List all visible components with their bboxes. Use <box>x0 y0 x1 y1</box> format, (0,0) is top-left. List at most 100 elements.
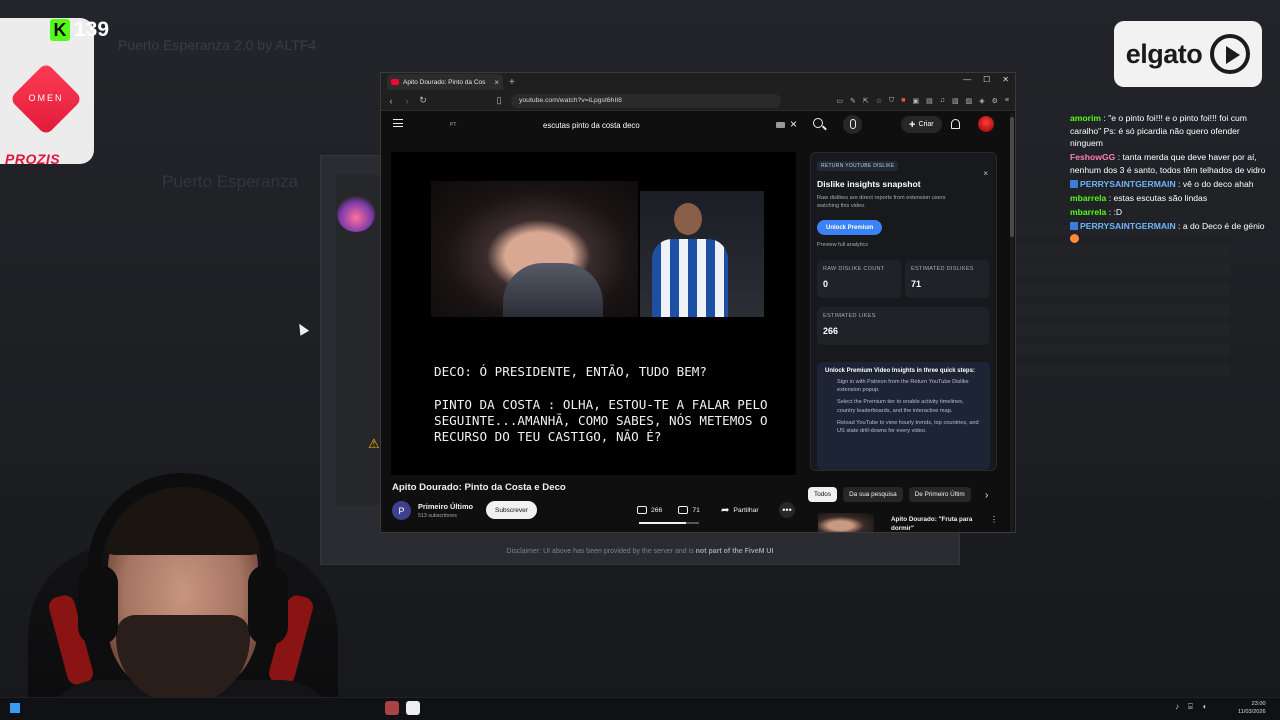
stat-label: ESTIMATED LIKES <box>823 313 876 319</box>
like-count[interactable]: 266 <box>651 507 662 514</box>
chat-text: vê o do deco ahah <box>1182 178 1254 189</box>
video-title: Apito Dourado: Pinto da Costa e Deco <box>392 482 566 493</box>
screen-icon[interactable]: ▭ <box>836 97 843 105</box>
tab-close-icon[interactable]: × <box>494 78 499 87</box>
mic-tray-icon[interactable]: ♪ <box>1175 702 1179 712</box>
back-icon[interactable]: ‹ <box>387 96 395 106</box>
chip-todos[interactable]: Todos <box>808 487 838 502</box>
close-icon[interactable]: × <box>983 169 988 178</box>
forward-icon[interactable]: › <box>403 96 411 106</box>
search-icon[interactable] <box>813 118 823 128</box>
chat-username: FeshowGG <box>1070 152 1116 163</box>
thumbs-down-icon[interactable] <box>678 506 689 514</box>
extension-icon[interactable]: ▣ <box>912 97 919 105</box>
hamburger-menu-icon[interactable] <box>393 119 403 127</box>
tab-bar: Apito Dourado: Pinto da Cos × + — ☐ ✕ <box>381 73 1015 91</box>
chat-username: mbarrela <box>1070 207 1107 218</box>
puzzle-icon[interactable]: ◈ <box>979 97 984 105</box>
network-icon[interactable]: ⌸ <box>1188 702 1193 712</box>
streamer-webcam <box>0 455 345 720</box>
notifications-bell-icon[interactable] <box>951 119 960 129</box>
window-controls: — ☐ ✕ <box>963 75 1009 84</box>
emoji-icon <box>1070 233 1079 243</box>
share-arrow-icon: ➦ <box>721 504 730 516</box>
extension-icon[interactable]: ▧ <box>952 97 959 105</box>
menu-icon[interactable]: ≡ <box>1005 97 1009 105</box>
taskbar-app-icon[interactable] <box>385 701 399 715</box>
youtube-favicon-icon <box>391 79 399 85</box>
volume-icon[interactable]: ◖ <box>1202 702 1207 712</box>
microphone-icon[interactable] <box>843 115 862 134</box>
browser-tab[interactable]: Apito Dourado: Pinto da Cos × <box>387 74 503 90</box>
chat-message: mbarrela : estas escutas são lindas <box>1070 193 1208 204</box>
chat-message: amorim : "e o pinto foi!!! e o pinto foi… <box>1070 113 1247 149</box>
stat-label: RAW DISLIKE COUNT <box>823 266 885 272</box>
prozis-logo: PROZIS <box>5 151 61 167</box>
channel-avatar[interactable]: P <box>392 501 411 520</box>
recommended-video-thumbnail[interactable] <box>818 513 874 532</box>
thumbs-up-icon[interactable] <box>637 506 647 514</box>
start-icon[interactable] <box>10 703 20 713</box>
chip-from-search[interactable]: Da sua pesquisa <box>843 487 903 502</box>
user-avatar[interactable] <box>978 116 994 132</box>
estimated-likes-stat: ESTIMATED LIKES 266 <box>817 307 989 345</box>
search-input[interactable]: escutas pinto da costa deco <box>533 116 808 134</box>
stat-label: ESTIMATED DISLIKES <box>911 266 974 272</box>
headset-band <box>88 473 276 593</box>
steps-title: Unlock Premium Video Insights in three q… <box>825 368 975 374</box>
fivem-disclaimer: Disclaimer: UI above has been provided b… <box>506 548 774 555</box>
raw-dislike-stat: RAW DISLIKE COUNT 0 <box>817 260 901 298</box>
keyboard-icon[interactable] <box>776 122 785 128</box>
browser-window: Apito Dourado: Pinto da Cos × + — ☐ ✕ ‹ … <box>380 72 1016 533</box>
share-label: Partilhar <box>733 506 759 514</box>
game-ui-background-list <box>1010 215 1230 615</box>
star-icon[interactable]: ☆ <box>876 97 882 105</box>
page-scrollbar[interactable] <box>1010 113 1014 532</box>
clock-date: 11/03/2026 <box>1238 709 1266 715</box>
taskbar: ♪ ⌸ ◖ 23:00 11/03/2026 <box>0 697 1280 720</box>
step-item: Sign in with Patreon from the Return You… <box>837 379 969 394</box>
music-icon[interactable]: ♫ <box>940 97 945 105</box>
extension-icon[interactable]: ▨ <box>966 97 973 105</box>
extension-icon[interactable]: ■ <box>901 97 905 105</box>
maximize-button[interactable]: ☐ <box>983 75 990 84</box>
share-button[interactable]: ➦ Partilhar <box>721 501 759 519</box>
taskbar-clock[interactable]: 23:00 11/03/2026 <box>1238 700 1266 716</box>
clear-search-icon[interactable]: × <box>790 117 797 131</box>
more-actions-button[interactable]: ••• <box>779 502 795 518</box>
unlock-premium-button[interactable]: Unlock Premium <box>817 220 883 235</box>
chip-from-channel[interactable]: De Primeiro Últim <box>908 487 971 502</box>
subscribe-button[interactable]: Subscrever <box>486 501 537 519</box>
kick-logo-icon: K <box>50 19 70 41</box>
url-input[interactable]: youtube.com/watch?v=iLpgst6hII8 <box>511 93 781 108</box>
premium-steps-box: Unlock Premium Video Insights in three q… <box>817 362 990 470</box>
chat-message: mbarrela : :D <box>1070 207 1123 218</box>
edit-icon[interactable]: ✎ <box>850 97 856 105</box>
shield-icon[interactable]: ⛉ <box>889 97 894 105</box>
reload-icon[interactable]: ↻ <box>419 95 427 106</box>
minimize-button[interactable]: — <box>963 75 971 84</box>
chat-username: amorim <box>1070 113 1102 123</box>
preview-analytics-link[interactable]: Preview full analytics <box>817 242 868 248</box>
chat-message: FeshowGG : tanta merda que deve haver po… <box>1070 152 1266 175</box>
chat-text: :D <box>1113 207 1123 218</box>
settings-icon[interactable]: ⚙ <box>992 97 998 105</box>
kebab-menu-icon[interactable]: ⋮ <box>990 515 998 524</box>
recommended-video-title[interactable]: Apito Dourado: "Fruta para dormir" <box>891 515 981 532</box>
chevron-right-icon[interactable]: › <box>985 490 988 501</box>
bookmark-icon[interactable]: ▯ <box>495 95 503 106</box>
new-tab-button[interactable]: + <box>509 77 515 88</box>
close-window-button[interactable]: ✕ <box>1002 75 1009 84</box>
video-player[interactable]: DECO: Ó PRESIDENTE, ENTÃO, TUDO BEM? PIN… <box>391 152 796 475</box>
create-button[interactable]: + Criar <box>901 116 942 133</box>
browser-toolbar: ▭ ✎ ⇱ ☆ ⛉ ■ ▣ ▤ ♫ ▧ ▨ ◈ ⚙ ≡ <box>836 97 1009 105</box>
share-icon[interactable]: ⇱ <box>863 97 869 105</box>
dislike-count[interactable]: 71 <box>692 507 700 514</box>
channel-name[interactable]: Primeiro Último <box>418 502 473 511</box>
youtube-locale: PT <box>450 122 457 128</box>
server-logo <box>337 196 375 232</box>
extension-tag: RETURN YOUTUBE DISLIKE <box>817 161 899 171</box>
extension-icon[interactable]: ▤ <box>926 97 933 105</box>
stat-value: 71 <box>911 279 922 289</box>
taskbar-app-icon[interactable] <box>406 701 420 715</box>
